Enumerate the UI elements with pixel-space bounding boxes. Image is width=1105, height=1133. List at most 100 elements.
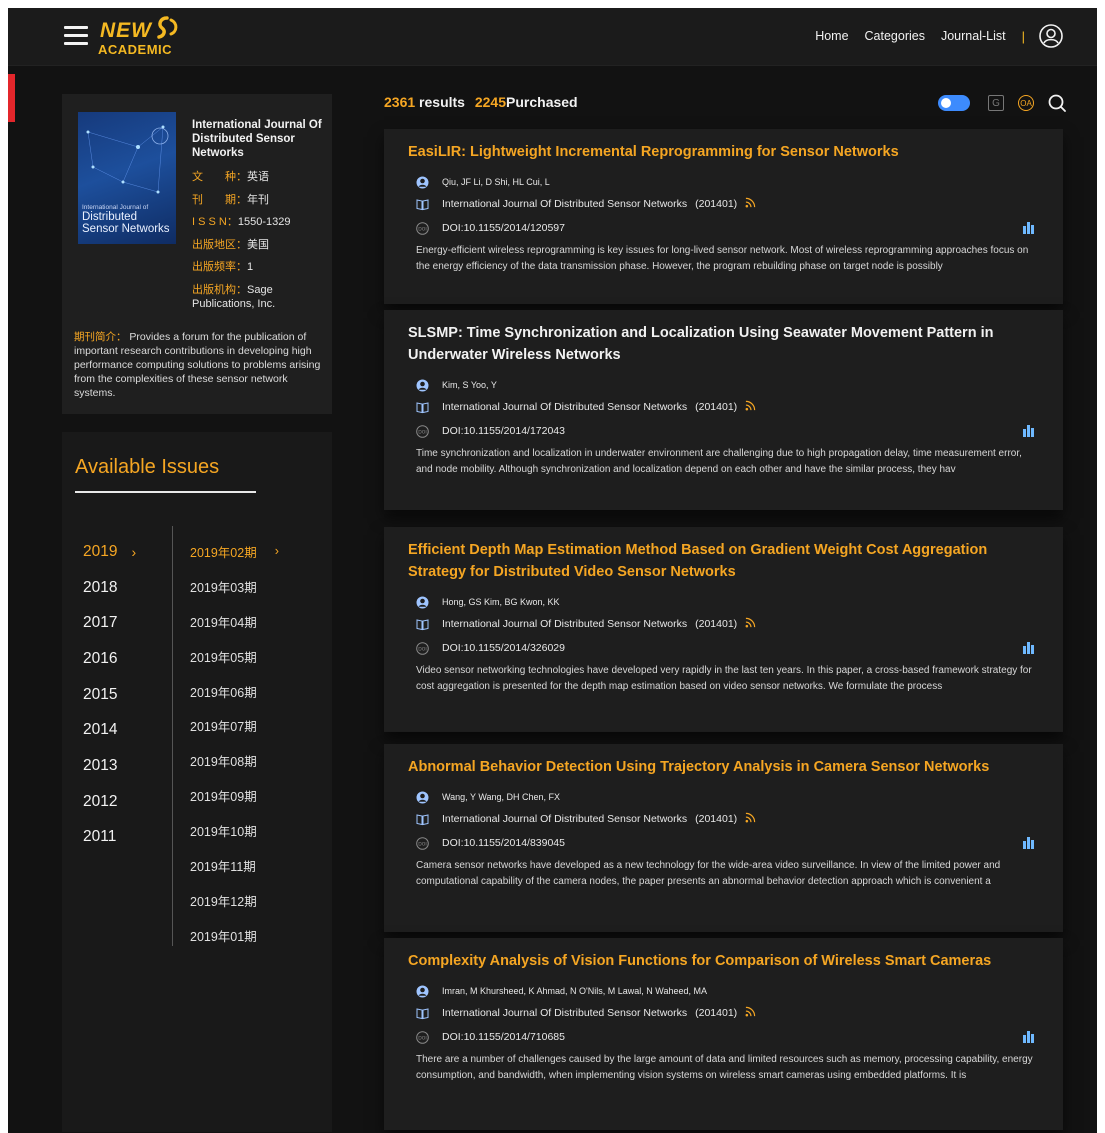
article-authors[interactable]: Wang, Y Wang, DH Chen, FX <box>442 792 560 802</box>
article-abstract: Camera sensor networks have developed as… <box>416 860 1001 887</box>
author-icon <box>416 596 429 609</box>
article-journal[interactable]: International Journal Of Distributed Sen… <box>442 401 687 413</box>
article-journal[interactable]: International Journal Of Distributed Sen… <box>442 813 687 825</box>
meta-frequency: 刊 期：年刊 <box>192 193 269 206</box>
year-item-2013[interactable]: 2013 <box>83 748 136 784</box>
article-card: SLSMP: Time Synchronization and Localiza… <box>384 310 1063 510</box>
available-issues-title: Available Issues <box>75 456 220 478</box>
issue-item[interactable]: 2019年12期 <box>190 883 279 918</box>
issue-item[interactable]: 2019年10期 <box>190 813 279 848</box>
site-logo[interactable]: NEW ACADEMIC <box>98 14 208 60</box>
view-toggle[interactable] <box>938 95 970 111</box>
article-title[interactable]: Complexity Analysis of Vision Functions … <box>408 950 1048 972</box>
rss-icon[interactable] <box>745 812 756 826</box>
year-list: 2019 › 2018 2017 2016 2015 2014 2013 2012… <box>83 534 136 855</box>
chevron-right-icon: › <box>131 543 137 560</box>
author-icon <box>416 379 429 392</box>
issue-item[interactable]: 2019年04期 <box>190 604 279 639</box>
issue-list: 2019年02期 › 2019年03期 2019年04期 2019年05期 201… <box>190 534 279 953</box>
stats-icon[interactable] <box>1023 642 1035 654</box>
issue-item[interactable]: 2019年08期 <box>190 743 279 778</box>
author-icon <box>416 176 429 189</box>
stats-icon[interactable] <box>1023 425 1035 437</box>
article-year: (201401) <box>695 198 738 210</box>
results-toolbar: G OA <box>938 92 1066 114</box>
meta-language: 文 种：英语 <box>192 171 269 183</box>
journal-intro: 期刊简介： Provides a forum for the publicati… <box>74 330 324 400</box>
year-item-2019[interactable]: 2019 › <box>83 534 136 570</box>
issue-item[interactable]: 2019年01期 <box>190 918 279 953</box>
journal-cover-image: International Journal of Distributed Sen… <box>78 112 176 244</box>
stats-icon[interactable] <box>1023 837 1035 849</box>
issue-item[interactable]: 2019年06期 <box>190 674 279 709</box>
stats-icon[interactable] <box>1023 222 1035 234</box>
intro-label: 期刊简介： <box>74 331 127 343</box>
article-title[interactable]: SLSMP: Time Synchronization and Localiza… <box>408 322 1048 366</box>
hamburger-menu-icon[interactable] <box>64 26 88 46</box>
issue-item[interactable]: 2019年05期 <box>190 639 279 674</box>
issue-item[interactable]: 2019年07期 <box>190 708 279 743</box>
oa-icon[interactable]: OA <box>1018 95 1034 111</box>
article-authors-row: Imran, M Khursheed, K Ahmad, N O'Nils, M… <box>416 982 707 1000</box>
nav-journal-list[interactable]: Journal-List <box>941 29 1006 43</box>
year-item-2015[interactable]: 2015 <box>83 677 136 713</box>
purchased-count: 2245 <box>474 94 507 110</box>
year-item-2017[interactable]: 2017 <box>83 605 136 641</box>
results-summary: 2361 results 2245Purchased <box>384 94 578 110</box>
article-journal[interactable]: International Journal Of Distributed Sen… <box>442 1007 687 1019</box>
rss-icon[interactable] <box>745 1006 756 1020</box>
article-authors[interactable]: Hong, GS Kim, BG Kwon, KK <box>442 597 560 607</box>
rss-icon[interactable] <box>745 400 756 414</box>
rss-icon[interactable] <box>745 617 756 631</box>
meta-region: 出版地区：美国 <box>192 238 269 251</box>
doi-icon: DOI <box>416 1030 429 1044</box>
article-doi[interactable]: DOI:10.1155/2014/710685 <box>442 1031 565 1043</box>
author-icon <box>416 791 429 804</box>
article-authors[interactable]: Kim, S Yoo, Y <box>442 380 497 390</box>
search-icon[interactable] <box>1048 94 1066 112</box>
article-card: Complexity Analysis of Vision Functions … <box>384 938 1063 1130</box>
year-item-2011[interactable]: 2011 <box>83 820 136 856</box>
stats-icon[interactable] <box>1023 1031 1035 1043</box>
author-icon <box>416 985 429 998</box>
article-title[interactable]: EasiLIR: Lightweight Incremental Reprogr… <box>408 141 1048 163</box>
issue-item[interactable]: 2019年09期 <box>190 778 279 813</box>
article-journal-row: International Journal Of Distributed Sen… <box>416 615 756 633</box>
user-icon[interactable] <box>1039 24 1063 48</box>
article-authors[interactable]: Qiu, JF Li, D Shi, HL Cui, L <box>442 177 550 187</box>
article-card: Efficient Depth Map Estimation Method Ba… <box>384 527 1063 732</box>
article-doi[interactable]: DOI:10.1155/2014/839045 <box>442 837 565 849</box>
nav-categories[interactable]: Categories <box>865 29 925 43</box>
year-item-2018[interactable]: 2018 <box>83 570 136 606</box>
article-journal[interactable]: International Journal Of Distributed Sen… <box>442 618 687 630</box>
year-item-2012[interactable]: 2012 <box>83 784 136 820</box>
meta-issn: I S S N：1550-1329 <box>192 216 291 228</box>
article-title[interactable]: Efficient Depth Map Estimation Method Ba… <box>408 539 1048 583</box>
svg-text:DOI: DOI <box>418 226 427 232</box>
article-doi[interactable]: DOI:10.1155/2014/326029 <box>442 642 565 654</box>
svg-text:DOI: DOI <box>418 841 427 847</box>
issue-item-active[interactable]: 2019年02期 › <box>190 534 279 569</box>
article-authors-row: Kim, S Yoo, Y <box>416 376 497 394</box>
article-card: EasiLIR: Lightweight Incremental Reprogr… <box>384 129 1063 304</box>
doi-icon: DOI <box>416 641 429 655</box>
nav-separator: | <box>1021 28 1025 44</box>
main-nav: Home Categories Journal-List | <box>799 24 1063 48</box>
article-doi[interactable]: DOI:10.1155/2014/120597 <box>442 222 565 234</box>
year-item-2016[interactable]: 2016 <box>83 641 136 677</box>
article-journal-row: International Journal Of Distributed Sen… <box>416 195 756 213</box>
issue-item[interactable]: 2019年11期 <box>190 848 279 883</box>
article-journal[interactable]: International Journal Of Distributed Sen… <box>442 198 687 210</box>
article-authors-row: Wang, Y Wang, DH Chen, FX <box>416 788 560 806</box>
article-year: (201401) <box>695 1007 738 1019</box>
article-doi[interactable]: DOI:10.1155/2014/172043 <box>442 425 565 437</box>
article-title[interactable]: Abnormal Behavior Detection Using Trajec… <box>408 756 1048 778</box>
svg-text:DOI: DOI <box>418 646 427 652</box>
rss-icon[interactable] <box>745 197 756 211</box>
journal-title: International Journal Of Distributed Sen… <box>192 119 322 159</box>
year-item-2014[interactable]: 2014 <box>83 712 136 748</box>
issue-item[interactable]: 2019年03期 <box>190 569 279 604</box>
article-authors[interactable]: Imran, M Khursheed, K Ahmad, N O'Nils, M… <box>442 986 707 996</box>
nav-home[interactable]: Home <box>815 29 848 43</box>
g-icon[interactable]: G <box>988 95 1004 111</box>
